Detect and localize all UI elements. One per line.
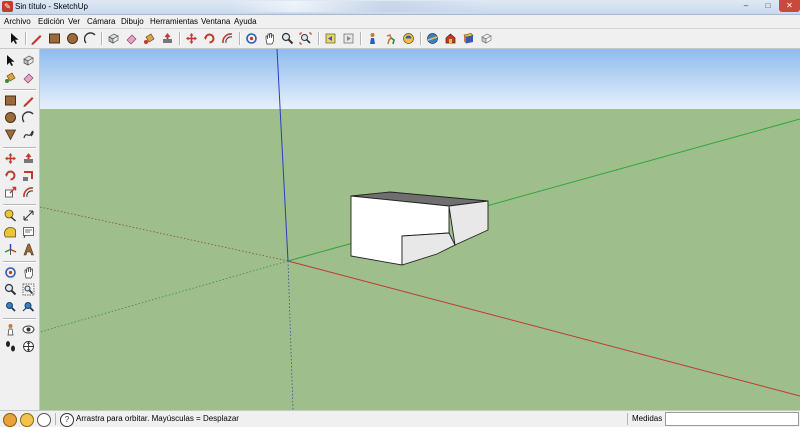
eraser-icon[interactable] xyxy=(124,31,139,46)
palette-separator xyxy=(3,261,36,263)
window-title: Sin título - SketchUp xyxy=(15,2,88,11)
next-view-icon[interactable] xyxy=(341,31,356,46)
look-around-icon[interactable] xyxy=(401,31,416,46)
sky xyxy=(40,49,800,109)
close-button[interactable]: ✕ xyxy=(779,0,800,12)
palette-separator xyxy=(3,318,36,320)
tool-palette xyxy=(0,49,40,410)
eraser-icon[interactable] xyxy=(21,70,36,85)
palette-separator xyxy=(3,204,36,206)
menu-archivo[interactable]: Archivo xyxy=(4,16,31,27)
status-divider xyxy=(627,413,628,425)
toolbar-separator xyxy=(179,32,181,45)
credits-icon[interactable] xyxy=(20,413,34,427)
axes-icon[interactable] xyxy=(3,242,18,257)
rectangle-icon[interactable] xyxy=(3,93,18,108)
move-icon[interactable] xyxy=(184,31,199,46)
zoom-extents-icon[interactable] xyxy=(3,299,18,314)
orbit-icon[interactable] xyxy=(244,31,259,46)
status-bar: ? Arrastra para orbitar. Mayúsculas = De… xyxy=(0,410,800,427)
component-library-icon[interactable] xyxy=(461,31,476,46)
menu-herramientas[interactable]: Herramientas xyxy=(150,16,198,27)
modeling-viewport[interactable] xyxy=(40,49,800,410)
select-icon[interactable] xyxy=(3,53,18,68)
toolbar-separator xyxy=(318,32,320,45)
menu-edicion[interactable]: Edición xyxy=(38,16,64,27)
walk-icon[interactable] xyxy=(383,31,398,46)
orbit-icon[interactable] xyxy=(3,265,18,280)
zoom-extents-icon[interactable] xyxy=(298,31,313,46)
rectangle-icon[interactable] xyxy=(47,31,62,46)
previous-zoom-icon[interactable] xyxy=(21,299,36,314)
status-hint: Arrastra para orbitar. Mayúsculas = Desp… xyxy=(76,414,239,423)
dimension-icon[interactable] xyxy=(21,208,36,223)
measurements-input[interactable] xyxy=(665,412,799,426)
zoom-icon[interactable] xyxy=(3,282,18,297)
follow-me-icon[interactable] xyxy=(21,168,36,183)
minimize-button[interactable]: – xyxy=(735,0,757,12)
section-plane-icon[interactable] xyxy=(21,339,36,354)
3d-warehouse-icon[interactable] xyxy=(443,31,458,46)
rotate-icon[interactable] xyxy=(3,168,18,183)
menu-ayuda[interactable]: Ayuda xyxy=(234,16,257,27)
zoom-window-icon[interactable] xyxy=(21,282,36,297)
offset-icon[interactable] xyxy=(220,31,235,46)
3d-text-icon[interactable] xyxy=(21,242,36,257)
push-pull-icon[interactable] xyxy=(160,31,175,46)
toolbar-separator xyxy=(101,32,103,45)
pencil-line-icon[interactable] xyxy=(29,31,44,46)
move-icon[interactable] xyxy=(3,151,18,166)
circle-icon[interactable] xyxy=(3,110,18,125)
menu-camara[interactable]: Cámara xyxy=(87,16,115,27)
user-icon[interactable] xyxy=(37,413,51,427)
push-pull-icon[interactable] xyxy=(21,151,36,166)
select-icon[interactable] xyxy=(7,31,22,46)
rotate-icon[interactable] xyxy=(202,31,217,46)
sketchup-logo-icon: ✎ xyxy=(2,1,13,12)
toolbar-separator xyxy=(420,32,422,45)
background-windows xyxy=(230,1,490,12)
protractor-icon[interactable] xyxy=(3,225,18,240)
menu-bar: Archivo Edición Ver Cámara Dibujo Herram… xyxy=(0,15,800,29)
status-divider xyxy=(55,413,56,425)
arc-icon[interactable] xyxy=(21,110,36,125)
walk-icon[interactable] xyxy=(3,339,18,354)
maximize-button[interactable]: □ xyxy=(757,0,779,12)
pan-icon[interactable] xyxy=(21,265,36,280)
previous-view-icon[interactable] xyxy=(323,31,338,46)
pencil-line-icon[interactable] xyxy=(21,93,36,108)
palette-separator xyxy=(3,147,36,149)
share-model-icon[interactable] xyxy=(479,31,494,46)
paint-bucket-icon[interactable] xyxy=(3,70,18,85)
toolbar-separator xyxy=(360,32,362,45)
palette-separator xyxy=(3,89,36,91)
measurements-label: Medidas xyxy=(632,414,663,423)
position-camera-icon[interactable] xyxy=(3,322,18,337)
title-bar: ✎ Sin título - SketchUp – □ ✕ xyxy=(0,0,800,15)
look-around-icon[interactable] xyxy=(21,322,36,337)
text-tool-icon[interactable] xyxy=(21,225,36,240)
geo-location-icon[interactable] xyxy=(3,413,17,427)
menu-ventana[interactable]: Ventana xyxy=(201,16,230,27)
toolbar-separator xyxy=(25,32,27,45)
help-icon[interactable]: ? xyxy=(60,413,74,427)
menu-ver[interactable]: Ver xyxy=(68,16,80,27)
paint-bucket-icon[interactable] xyxy=(142,31,157,46)
make-component-icon[interactable] xyxy=(21,53,36,68)
pan-icon[interactable] xyxy=(262,31,277,46)
section-plane-icon[interactable] xyxy=(425,31,440,46)
menu-dibujo[interactable]: Dibujo xyxy=(121,16,144,27)
polygon-icon[interactable] xyxy=(3,127,18,142)
position-camera-icon[interactable] xyxy=(365,31,380,46)
toolbar-separator xyxy=(239,32,241,45)
arc-icon[interactable] xyxy=(83,31,98,46)
tape-measure-icon[interactable] xyxy=(3,208,18,223)
zoom-icon[interactable] xyxy=(280,31,295,46)
make-component-icon[interactable] xyxy=(106,31,121,46)
offset-icon[interactable] xyxy=(21,185,36,200)
main-toolbar xyxy=(0,29,800,49)
circle-icon[interactable] xyxy=(65,31,80,46)
scale-icon[interactable] xyxy=(3,185,18,200)
freehand-icon[interactable] xyxy=(21,127,36,142)
